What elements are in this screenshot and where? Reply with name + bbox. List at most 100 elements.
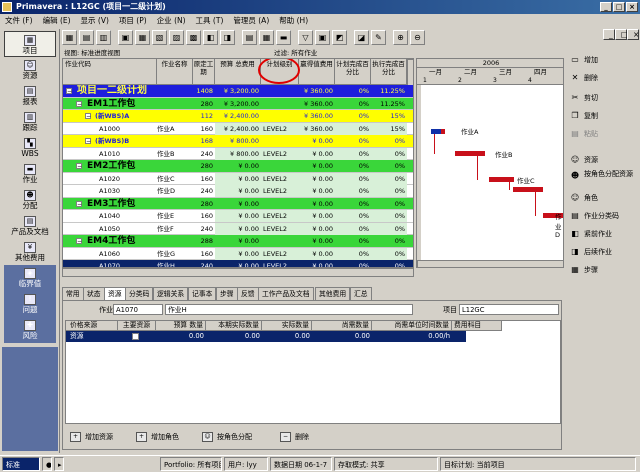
gantt-hscroll[interactable] [417, 260, 563, 267]
activity-codes-button[interactable]: ▤ 作业分类码 [566, 207, 636, 223]
menu-tools[interactable]: 工具 (T) [191, 14, 229, 28]
collapse-icon[interactable]: − [85, 113, 91, 120]
table-row[interactable]: EM3工作包 280 ¥ 0.00 ¥ 0.00 0% 0% − [63, 197, 413, 210]
filter-label[interactable]: 过滤: 所有作业 [274, 49, 317, 58]
collapse-icon[interactable]: − [76, 238, 82, 245]
menu-file[interactable]: 文件 (F) [0, 14, 38, 28]
tab-feedback[interactable]: 反馈 [237, 287, 259, 300]
add-button[interactable]: ▭ 增加 [566, 51, 636, 67]
nav-projects[interactable]: ▦ 项目 [4, 31, 56, 57]
assignment-row[interactable]: 资源 0.00 0.00 0.00 0.00 0.00/h [66, 331, 466, 342]
gantt-bar[interactable] [455, 151, 485, 156]
menu-admin[interactable]: 管理员 (A) [228, 14, 274, 28]
doc-close-icon[interactable]: × [627, 29, 639, 40]
maximize-icon[interactable]: □ [613, 2, 625, 12]
nav-thresholds[interactable]: ◈ 临界值 [4, 265, 56, 291]
tab-codes[interactable]: 分类码 [125, 287, 154, 300]
tab-status[interactable]: 状态 [83, 287, 105, 300]
nav-expenses[interactable]: ¥ 其他费用 [4, 239, 56, 265]
steps-button[interactable]: ▦ 步骤 [566, 261, 636, 277]
table-row[interactable]: A1060 作业G 160 ¥ 0.00 LEVEL2 ¥ 0.00 0% 0% [63, 247, 413, 260]
collapse-icon[interactable]: − [85, 138, 91, 145]
table-row[interactable]: A1050 作业F 240 ¥ 0.00 LEVEL2 ¥ 0.00 0% 0% [63, 222, 413, 235]
paste-button[interactable]: ▤ 粘贴 [566, 125, 636, 141]
tab-general[interactable]: 常用 [62, 287, 84, 300]
table-row[interactable]: A1040 作业E 160 ¥ 0.00 LEVEL2 ¥ 0.00 0% 0% [63, 210, 413, 223]
roles-button[interactable]: ☺ 角色 [566, 189, 636, 205]
table-row[interactable]: 项目一二级计划 1408 ¥ 3,200.00 ¥ 360.00 0% 11.25% − [63, 85, 413, 98]
col-planned-percent[interactable]: 计划完成百分比 [335, 59, 371, 85]
spreadsheet-icon[interactable]: ▩ [186, 30, 201, 45]
assign-role-button[interactable]: ☺ 按角色分配 [199, 429, 252, 445]
pencil-icon[interactable]: ✎ [371, 30, 386, 45]
filter-icon[interactable]: ▽ [298, 30, 313, 45]
collapse-icon[interactable]: − [76, 200, 82, 207]
nav-reports[interactable]: ▤ 报表 [4, 83, 56, 109]
nav-activities[interactable]: ▬ 作业 [4, 161, 56, 187]
table-row[interactable]: A1030 作业D 240 ¥ 0.00 LEVEL2 ¥ 0.00 0% 0% [63, 185, 413, 198]
tracking-icon[interactable]: ◨ [220, 30, 235, 45]
col-period-actual-units[interactable]: 本期实际数量 [206, 321, 262, 331]
resource-profile-icon[interactable]: ◧ [203, 30, 218, 45]
bottom-layout-icon[interactable]: ▦ [135, 30, 150, 45]
delete-button[interactable]: ✕ 删除 [566, 69, 636, 85]
col-earned-value[interactable]: 赢得值费用 [299, 59, 335, 85]
gantt-bar-progress[interactable] [431, 129, 441, 134]
layout-options-icon[interactable]: ▣ [315, 30, 330, 45]
minimize-icon[interactable]: _ [600, 2, 612, 12]
bars-icon[interactable]: ▬ [276, 30, 291, 45]
col-price-source[interactable]: 价格来源 [66, 321, 118, 331]
zoom-in-icon[interactable]: ⊕ [393, 30, 408, 45]
tab-resources[interactable]: 资源 [104, 287, 126, 301]
panel-icon[interactable]: ▣ [118, 30, 133, 45]
level-icon[interactable]: ◪ [354, 30, 369, 45]
tab-summary[interactable]: 汇总 [350, 287, 372, 300]
nav-wbs[interactable]: ▚ WBS [4, 135, 56, 161]
successors-button[interactable]: ◨ 后续作业 [566, 243, 636, 259]
schedule-icon[interactable]: ◩ [332, 30, 347, 45]
assign-by-role-button[interactable]: ☻ 按角色分配资源 [566, 167, 636, 187]
collapse-icon[interactable]: − [76, 100, 82, 107]
menu-enterprise[interactable]: 企业 (N) [152, 14, 191, 28]
col-budget-cost[interactable]: 预算 总费用 [215, 59, 261, 85]
gantt-bar[interactable] [513, 187, 543, 192]
col-remaining-units[interactable]: 尚需数量 [312, 321, 372, 331]
primary-resource-checkbox[interactable] [132, 333, 139, 340]
table-row[interactable]: A1070 作业H 240 ¥ 0.00 LEVEL2 ¥ 0.00 0% 0% [63, 260, 413, 267]
table-row[interactable]: (新WBS)A 112 ¥ 2,400.00 ¥ 360.00 0% 15% − [63, 110, 413, 123]
gantt-bar[interactable] [489, 177, 514, 182]
table-row[interactable]: A1020 作业C 160 ¥ 0.00 LEVEL2 ¥ 0.00 0% 0% [63, 172, 413, 185]
gantt-bar[interactable] [441, 129, 445, 134]
col-remaining-units-per-time[interactable]: 尚需单位时间数量 [372, 321, 452, 331]
col-activity-name[interactable]: 作业名称 [157, 59, 193, 85]
col-cost-account[interactable]: 费用科目 [452, 321, 502, 331]
zoom-out-icon[interactable]: ⊖ [410, 30, 425, 45]
nav-issues[interactable]: ! 问题 [4, 291, 56, 317]
table-row[interactable]: EM2工作包 280 ¥ 0.00 ¥ 0.00 0% 0% − [63, 160, 413, 173]
status-standard[interactable]: 标准 [2, 457, 40, 471]
close-icon[interactable]: × [626, 2, 638, 12]
col-actual-percent[interactable]: 执行完成百分比 [371, 59, 407, 85]
col-duration[interactable]: 原定工期 [193, 59, 215, 85]
nav-tracking[interactable]: ▥ 跟踪 [4, 109, 56, 135]
col-budget-units[interactable]: 预算 数量 [156, 321, 206, 331]
remove-button[interactable]: − 删除 [277, 429, 309, 445]
nav-resources[interactable]: ☺ 资源 [4, 57, 56, 83]
tab-relationships[interactable]: 逻辑关系 [153, 287, 189, 300]
group-icon[interactable]: ▦ [259, 30, 274, 45]
menu-edit[interactable]: 编辑 (E) [38, 14, 76, 28]
cut-button[interactable]: ✂ 剪切 [566, 89, 636, 105]
view-label[interactable]: 视图: 标准进度视图 [64, 49, 120, 57]
menu-view[interactable]: 显示 (V) [76, 14, 114, 28]
nav-work-products[interactable]: ▤ 产品及文档 [4, 213, 56, 239]
menu-project[interactable]: 项目 (P) [114, 14, 152, 28]
doc-restore-icon[interactable]: □ [615, 29, 628, 40]
resources-button[interactable]: ☺ 资源 [566, 151, 636, 167]
tab-expenses[interactable]: 其他费用 [315, 287, 351, 300]
table-row[interactable]: EM1工作包 280 ¥ 3,200.00 ¥ 360.00 0% 11.25% − [63, 97, 413, 110]
predecessors-button[interactable]: ◧ 紧前作业 [566, 225, 636, 241]
doc-minimize-icon[interactable]: _ [603, 29, 615, 40]
columns-icon[interactable]: ▤ [242, 30, 257, 45]
col-primary-resource[interactable]: 主要资源 [118, 321, 156, 331]
layout-icon[interactable]: ▦ [62, 30, 77, 45]
